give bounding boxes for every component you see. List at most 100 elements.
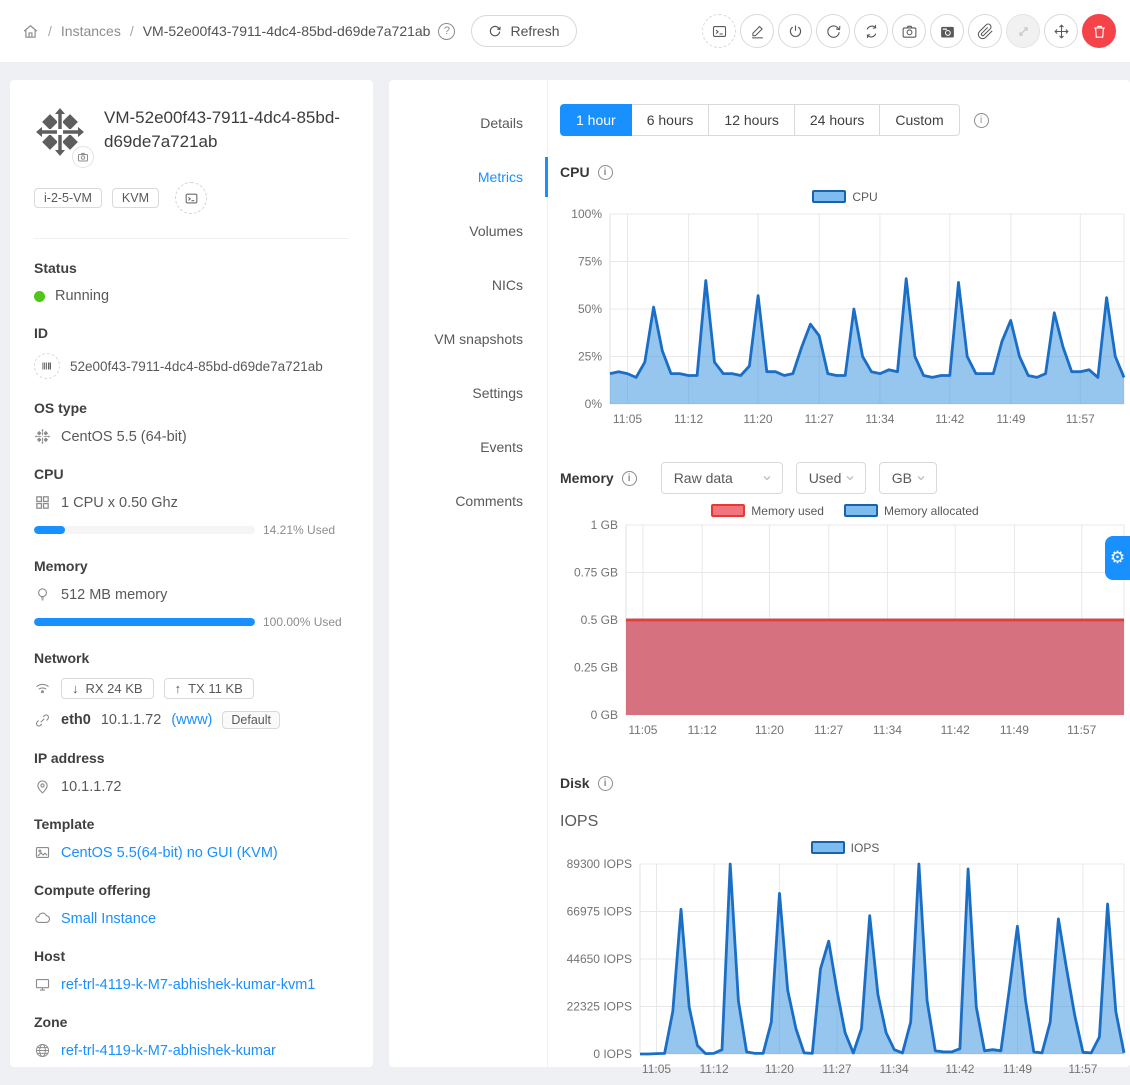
svg-text:89300 IOPS: 89300 IOPS	[567, 857, 632, 871]
legend-item[interactable]: Memory allocated	[844, 504, 979, 518]
disk-section-heading: Disk i	[560, 775, 1130, 791]
ip-value: 10.1.1.72	[61, 779, 121, 795]
help-icon[interactable]: ?	[438, 23, 455, 40]
tab-details[interactable]: Details	[389, 96, 547, 150]
range-24-hours[interactable]: 24 hours	[794, 104, 880, 136]
tab-events[interactable]: Events	[389, 420, 547, 474]
legend-item[interactable]: CPU	[812, 190, 877, 204]
edit-icon	[749, 23, 766, 40]
storage-snapshot-button[interactable]	[930, 14, 964, 48]
svg-text:11:20: 11:20	[743, 412, 772, 426]
power-icon	[787, 23, 804, 40]
svg-text:11:34: 11:34	[880, 1062, 909, 1076]
tab-metrics[interactable]: Metrics	[389, 150, 547, 204]
tag-instance-name: i-2-5-VM	[34, 188, 102, 208]
network-link[interactable]: (www)	[171, 712, 212, 728]
tab-vm-snapshots[interactable]: VM snapshots	[389, 312, 547, 366]
gear-icon: ⚙	[1110, 550, 1125, 567]
field-network: Network ↓RX 24 KB ↑TX 11 KB eth0 10.1.1.…	[34, 650, 349, 729]
tab-nics[interactable]: NICs	[389, 258, 547, 312]
breadcrumb-separator: /	[48, 23, 52, 39]
monitor-icon	[34, 976, 51, 993]
legend-item[interactable]: IOPS	[811, 841, 880, 855]
chevron-down-icon	[845, 473, 855, 483]
zone-link[interactable]: ref-trl-4119-k-M7-abhishek-kumar	[61, 1043, 276, 1059]
cpu-progress-fill	[34, 526, 65, 534]
memory-chart: 11:0511:1211:2011:2711:3411:4211:4911:57…	[560, 518, 1130, 747]
memory-heading-text: Memory	[560, 470, 614, 486]
info-icon[interactable]: i	[598, 776, 613, 791]
svg-text:0%: 0%	[585, 397, 603, 411]
console-button[interactable]	[702, 14, 736, 48]
memory-data-select[interactable]: Raw data	[661, 462, 783, 494]
breadcrumb-instances[interactable]: Instances	[61, 23, 121, 39]
camera-icon	[901, 23, 918, 40]
refresh-button[interactable]: Refresh	[471, 15, 576, 47]
tab-volumes[interactable]: Volumes	[389, 204, 547, 258]
svg-text:11:27: 11:27	[822, 1062, 851, 1076]
svg-text:0.75 GB: 0.75 GB	[574, 566, 618, 580]
vm-name-title: VM-52e00f43-7911-4dc4-85bd-d69de7a721ab	[104, 106, 349, 158]
camera-filled-icon	[939, 23, 956, 40]
memory-legend[interactable]: Memory used Memory allocated	[560, 503, 1130, 518]
home-icon[interactable]	[22, 23, 39, 40]
destroy-button[interactable]	[1082, 14, 1116, 48]
stop-button[interactable]	[778, 14, 812, 48]
svg-text:11:42: 11:42	[945, 1062, 974, 1076]
svg-text:11:12: 11:12	[700, 1062, 729, 1076]
vm-detail-panel: Details Metrics Volumes NICs VM snapshot…	[389, 80, 1130, 1067]
svg-text:11:57: 11:57	[1067, 723, 1096, 737]
paperclip-icon	[977, 23, 994, 40]
id-value: 52e00f43-7911-4dc4-85bd-d69de7a721ab	[70, 359, 323, 374]
nic-name: eth0	[61, 712, 91, 728]
template-link[interactable]: CentOS 5.5(64-bit) no GUI (KVM)	[61, 845, 278, 861]
legend-item[interactable]: Memory used	[711, 504, 824, 518]
vm-tags: i-2-5-VM KVM	[34, 182, 349, 214]
svg-text:25%: 25%	[578, 350, 602, 364]
memory-progress-fill	[34, 618, 255, 626]
tab-settings[interactable]: Settings	[389, 366, 547, 420]
settings-drawer-button[interactable]: ⚙	[1105, 536, 1130, 580]
memory-progress-track	[34, 618, 255, 626]
move-icon	[1053, 23, 1070, 40]
move-button[interactable]	[1044, 14, 1078, 48]
range-12-hours[interactable]: 12 hours	[708, 104, 794, 136]
iops-chart: 11:0511:1211:2011:2711:3411:4211:4911:57…	[560, 855, 1130, 1085]
svg-text:11:12: 11:12	[688, 723, 717, 737]
iops-legend[interactable]: IOPS	[560, 840, 1130, 855]
field-offering: Compute offering Small Instance	[34, 882, 349, 927]
info-icon[interactable]: i	[622, 471, 637, 486]
reboot-button[interactable]	[816, 14, 850, 48]
field-memory: Memory 512 MB memory 100.00% Used	[34, 558, 349, 629]
range-custom[interactable]: Custom	[879, 104, 959, 136]
info-icon[interactable]: i	[974, 113, 989, 128]
range-1-hour[interactable]: 1 hour	[560, 104, 632, 136]
field-os-type: OS type CentOS 5.5 (64-bit)	[34, 400, 349, 445]
diagonal-arrows-icon	[1015, 23, 1032, 40]
edit-button[interactable]	[740, 14, 774, 48]
ip-label: IP address	[34, 750, 349, 766]
field-template: Template CentOS 5.5(64-bit) no GUI (KVM)	[34, 816, 349, 861]
tab-comments[interactable]: Comments	[389, 474, 547, 528]
reinstall-button[interactable]	[854, 14, 888, 48]
console-mini-button[interactable]	[175, 182, 207, 214]
svg-text:11:20: 11:20	[755, 723, 784, 737]
cpu-legend[interactable]: CPU	[560, 189, 1130, 204]
os-type-label: OS type	[34, 400, 349, 416]
field-cpu: CPU 1 CPU x 0.50 Ghz 14.21% Used	[34, 466, 349, 537]
info-icon[interactable]: i	[598, 165, 613, 180]
status-dot	[34, 291, 45, 302]
change-icon-camera-badge[interactable]	[72, 146, 94, 168]
range-6-hours[interactable]: 6 hours	[631, 104, 710, 136]
chevron-down-icon	[916, 473, 926, 483]
cpu-heading-text: CPU	[560, 164, 590, 180]
arrow-up-icon: ↑	[175, 681, 182, 696]
host-link[interactable]: ref-trl-4119-k-M7-abhishek-kumar-kvm1	[61, 977, 315, 993]
main-layout: VM-52e00f43-7911-4dc4-85bd-d69de7a721ab …	[0, 62, 1130, 1067]
offering-link[interactable]: Small Instance	[61, 911, 156, 927]
attach-iso-button[interactable]	[968, 14, 1002, 48]
svg-text:11:05: 11:05	[642, 1062, 671, 1076]
take-snapshot-button[interactable]	[892, 14, 926, 48]
memory-unit-select[interactable]: GB	[879, 462, 937, 494]
memory-mode-select[interactable]: Used	[796, 462, 866, 494]
